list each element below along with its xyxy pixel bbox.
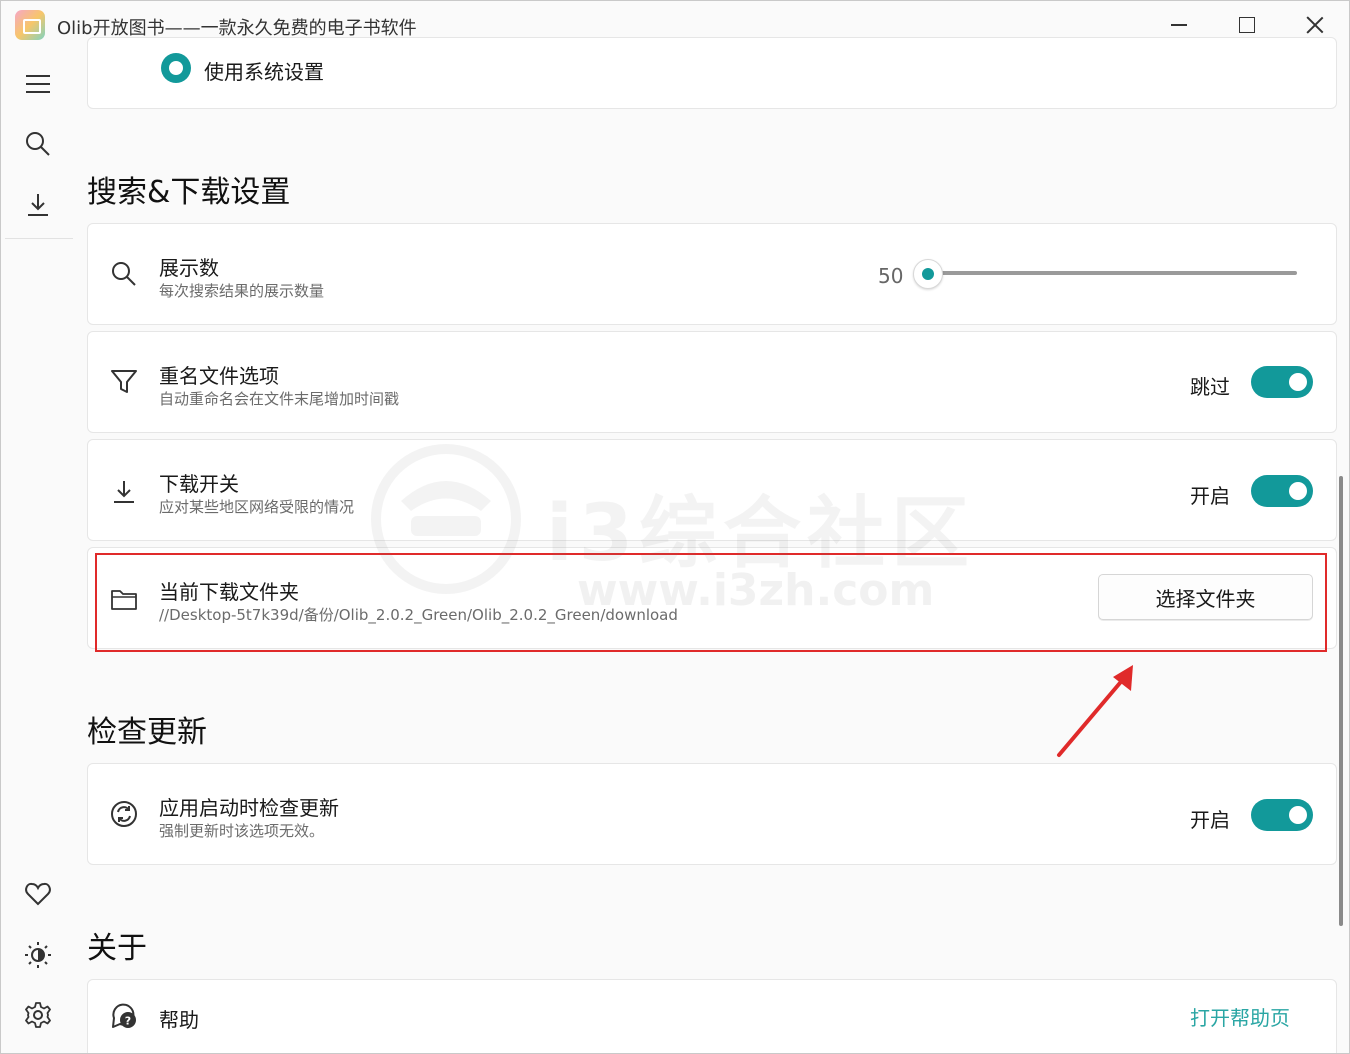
- app-window: Olib开放图书——一款永久免费的电子书软件 使用系统设置 搜索&下载设置 展示…: [0, 0, 1350, 1054]
- menu-button[interactable]: [19, 65, 57, 103]
- vertical-scrollbar[interactable]: [1339, 476, 1343, 926]
- row-search-icon-wrap: [108, 258, 140, 290]
- display-count-slider-track[interactable]: [927, 271, 1297, 275]
- theme-icon: [25, 942, 51, 968]
- rename-option-card: 重名文件选项 自动重命名会在文件末尾增加时间戳: [87, 331, 1337, 433]
- download-toggle[interactable]: [1251, 475, 1313, 507]
- auto-update-toggle-label: 开启: [1190, 808, 1230, 832]
- section-title-check-update: 检查更新: [87, 715, 207, 750]
- open-help-link[interactable]: 打开帮助页: [1190, 1002, 1290, 1031]
- rename-toggle[interactable]: [1251, 366, 1313, 398]
- settings-button[interactable]: [19, 996, 57, 1034]
- row-download-icon-wrap: [108, 476, 140, 508]
- toggle-knob: [1289, 482, 1307, 500]
- auto-update-desc: 强制更新时该选项无效。: [159, 822, 325, 840]
- app-logo-icon: [15, 10, 45, 40]
- favorites-button[interactable]: [19, 875, 57, 913]
- download-switch-desc: 应对某些地区网络受限的情况: [159, 498, 355, 516]
- system-theme-radio[interactable]: [161, 53, 191, 83]
- rename-option-title: 重名文件选项: [159, 364, 279, 388]
- section-title-search-download: 搜索&下载设置: [87, 175, 291, 210]
- minimize-icon: [1171, 24, 1187, 26]
- display-count-value: 50: [878, 264, 904, 288]
- settings-icon: [25, 1002, 51, 1028]
- display-count-slider-thumb[interactable]: [913, 259, 943, 289]
- system-theme-label: 使用系统设置: [204, 60, 324, 84]
- display-count-desc: 每次搜索结果的展示数量: [159, 282, 325, 300]
- section-title-about: 关于: [87, 931, 147, 966]
- watermark-url: www.i3zh.com: [577, 565, 935, 616]
- close-icon: [1306, 16, 1324, 34]
- search-icon: [26, 132, 50, 156]
- help-title: 帮助: [159, 1008, 199, 1032]
- maximize-icon: [1239, 17, 1255, 33]
- toggle-knob: [1289, 806, 1307, 824]
- svg-text:?: ?: [125, 1015, 131, 1028]
- download-toggle-label: 开启: [1190, 484, 1230, 508]
- menu-icon: [26, 75, 50, 93]
- nav-search-button[interactable]: [19, 125, 57, 163]
- heart-icon: [25, 882, 51, 906]
- toggle-knob: [1289, 373, 1307, 391]
- annotation-arrow-icon: [1057, 665, 1133, 757]
- download-switch-title: 下载开关: [159, 472, 239, 496]
- nav-download-button[interactable]: [19, 186, 57, 224]
- auto-update-toggle[interactable]: [1251, 799, 1313, 831]
- auto-update-card: 应用启动时检查更新 强制更新时该选项无效。: [87, 763, 1337, 865]
- search-icon: [112, 262, 136, 286]
- help-card: ? 帮助: [87, 979, 1337, 1053]
- auto-update-title: 应用启动时检查更新: [159, 796, 339, 820]
- display-count-title: 展示数: [159, 256, 219, 280]
- theme-toggle-button[interactable]: [19, 936, 57, 974]
- refresh-icon: [111, 801, 137, 827]
- rename-option-desc: 自动重命名会在文件末尾增加时间戳: [159, 390, 400, 408]
- download-icon: [28, 194, 48, 216]
- nav-separator: [5, 238, 73, 239]
- row-help-icon-wrap: ?: [108, 1000, 140, 1032]
- filter-icon: [111, 370, 137, 393]
- help-chat-icon: ?: [112, 1003, 136, 1028]
- row-refresh-icon-wrap: [108, 798, 140, 830]
- rename-toggle-label: 跳过: [1190, 375, 1230, 399]
- download-icon: [114, 481, 134, 503]
- row-filter-icon-wrap: [108, 366, 140, 398]
